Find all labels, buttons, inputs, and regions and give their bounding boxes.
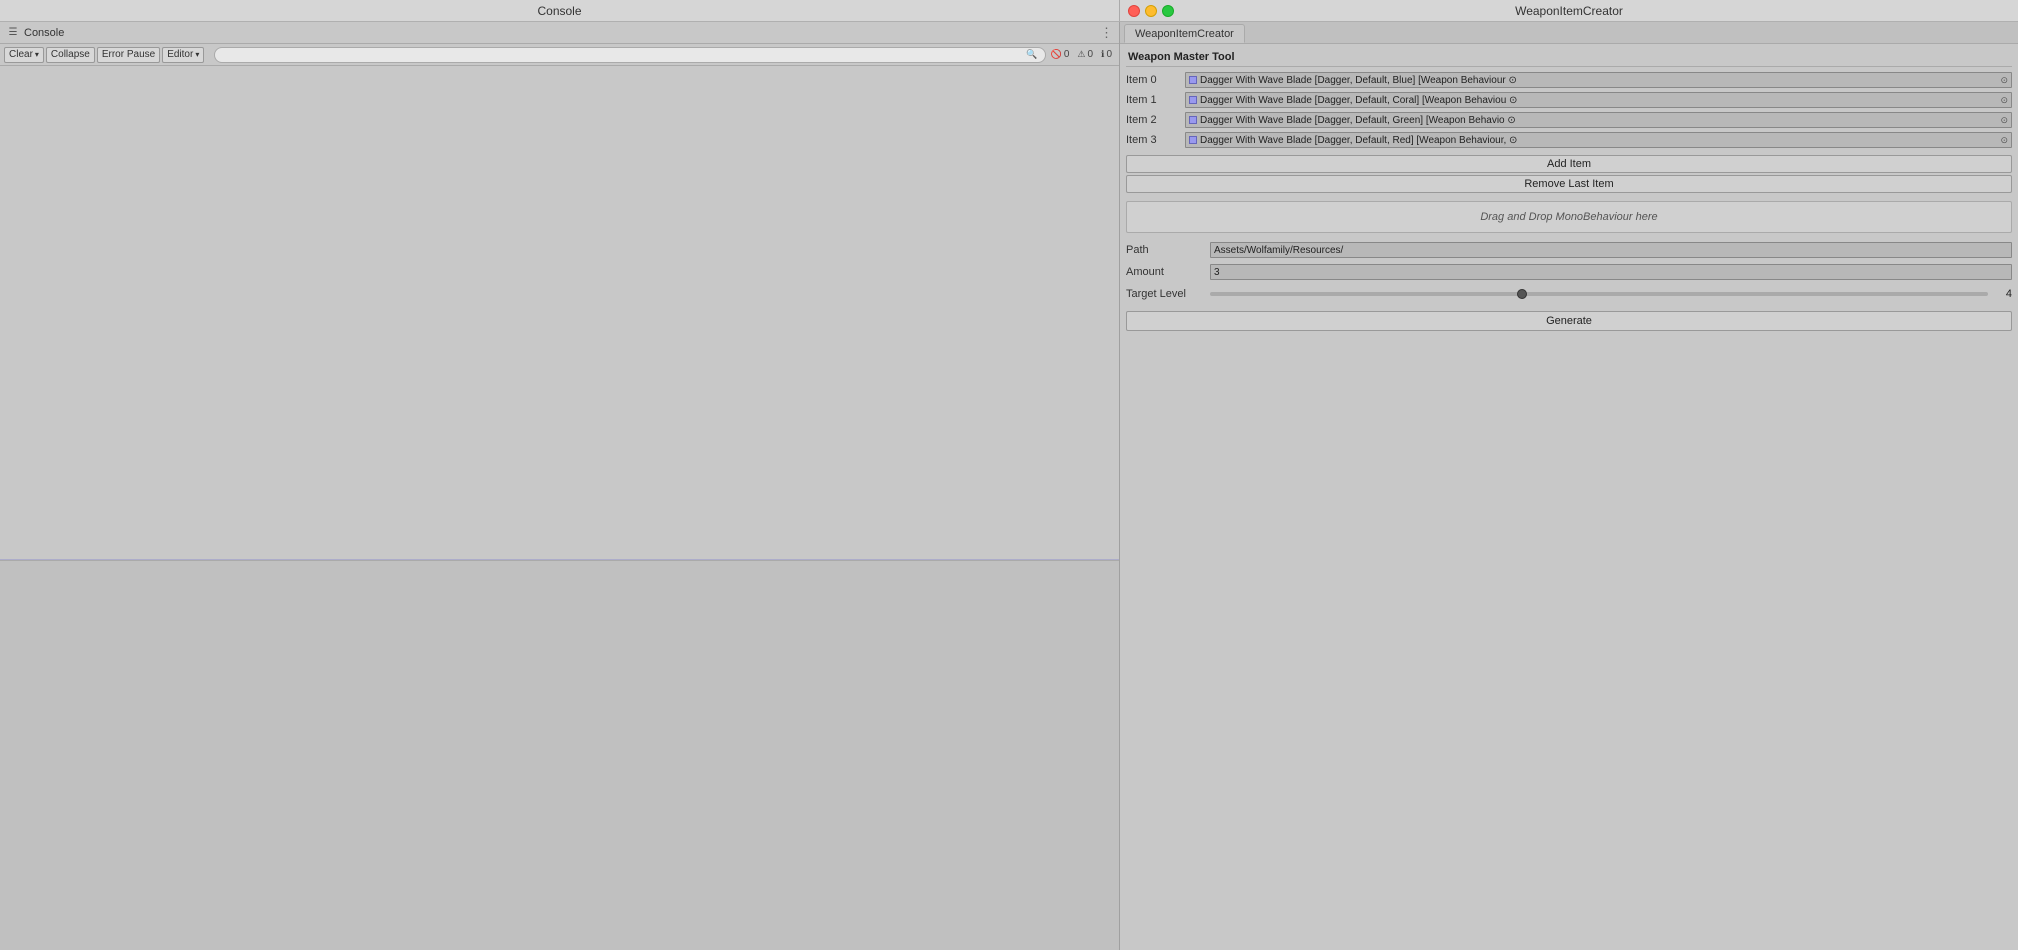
search-wrap: 🔍 xyxy=(210,47,1041,63)
collapse-button[interactable]: Collapse xyxy=(46,47,95,63)
console-menu-icon[interactable]: ⋮ xyxy=(1100,25,1113,41)
generate-button[interactable]: Generate xyxy=(1126,311,2012,331)
search-input[interactable] xyxy=(214,47,1045,63)
item-row-1: Item 1 Dagger With Wave Blade [Dagger, D… xyxy=(1126,91,2012,109)
console-tab-label: Console xyxy=(24,27,64,39)
item-label-3: Item 3 xyxy=(1126,134,1181,146)
editor-label: Editor xyxy=(167,49,193,60)
item-row-0: Item 0 Dagger With Wave Blade [Dagger, D… xyxy=(1126,71,2012,89)
target-level-value: 4 xyxy=(1992,288,2012,300)
item-label-0: Item 0 xyxy=(1126,74,1181,86)
tab-label-0: WeaponItemCreator xyxy=(1135,28,1234,40)
right-content: Weapon Master Tool Item 0 Dagger With Wa… xyxy=(1120,44,2018,950)
error-pause-label: Error Pause xyxy=(102,49,155,60)
item-text-3: Dagger With Wave Blade [Dagger, Default,… xyxy=(1200,135,1997,146)
item-indicator-3 xyxy=(1189,136,1197,144)
remove-last-item-button[interactable]: Remove Last Item xyxy=(1126,175,2012,193)
window-close-dot[interactable] xyxy=(1128,5,1140,17)
add-item-button[interactable]: Add Item xyxy=(1126,155,2012,173)
item-text-0: Dagger With Wave Blade [Dagger, Default,… xyxy=(1200,75,1997,86)
amount-input[interactable] xyxy=(1210,264,2012,280)
info-badge[interactable]: ℹ 0 xyxy=(1098,49,1115,60)
window-minimize-dot[interactable] xyxy=(1145,5,1157,17)
error-icon: 🚫 xyxy=(1051,49,1062,60)
editor-button[interactable]: Editor ▾ xyxy=(162,47,204,63)
search-icon: 🔍 xyxy=(1026,49,1037,60)
drag-drop-label: Drag and Drop MonoBehaviour here xyxy=(1480,211,1657,223)
error-count: 0 xyxy=(1064,49,1070,60)
error-badge[interactable]: 🚫 0 xyxy=(1048,49,1073,60)
item-row-2: Item 2 Dagger With Wave Blade [Dagger, D… xyxy=(1126,111,2012,129)
warning-badge[interactable]: ⚠ 0 xyxy=(1074,49,1096,60)
path-row: Path xyxy=(1126,241,2012,259)
drag-drop-area: Drag and Drop MonoBehaviour here xyxy=(1126,201,2012,233)
clear-dropdown-icon: ▾ xyxy=(35,50,39,59)
info-icon: ℹ xyxy=(1101,49,1104,60)
warning-icon: ⚠ xyxy=(1077,49,1085,60)
path-label: Path xyxy=(1126,244,1206,256)
item-text-1: Dagger With Wave Blade [Dagger, Default,… xyxy=(1200,95,1997,106)
weapon-window-title: WeaponItemCreator xyxy=(1515,4,1623,18)
item-indicator-2 xyxy=(1189,116,1197,124)
item-value-3[interactable]: Dagger With Wave Blade [Dagger, Default,… xyxy=(1185,132,2012,148)
amount-row: Amount xyxy=(1126,263,2012,281)
path-input[interactable] xyxy=(1210,242,2012,258)
item-text-2: Dagger With Wave Blade [Dagger, Default,… xyxy=(1200,115,1997,126)
target-level-row: Target Level 4 xyxy=(1126,285,2012,303)
tab-weapon-item-creator[interactable]: WeaponItemCreator xyxy=(1124,24,1245,43)
item-label-1: Item 1 xyxy=(1126,94,1181,106)
info-count: 0 xyxy=(1106,49,1112,60)
slider-wrap: 4 xyxy=(1210,288,2012,300)
clear-button[interactable]: Clear ▾ xyxy=(4,47,44,63)
collapse-label: Collapse xyxy=(51,49,90,60)
clear-label: Clear xyxy=(9,49,33,60)
weapon-master-tool-header: Weapon Master Tool xyxy=(1126,48,2012,67)
target-level-slider[interactable] xyxy=(1210,292,1988,296)
item-value-0[interactable]: Dagger With Wave Blade [Dagger, Default,… xyxy=(1185,72,2012,88)
right-tabs: WeaponItemCreator xyxy=(1120,22,2018,44)
window-maximize-dot[interactable] xyxy=(1162,5,1174,17)
item-label-2: Item 2 xyxy=(1126,114,1181,126)
item-value-1[interactable]: Dagger With Wave Blade [Dagger, Default,… xyxy=(1185,92,2012,108)
console-tab-icon: ☰ xyxy=(6,26,20,40)
editor-dropdown-icon: ▾ xyxy=(195,50,199,59)
target-level-label: Target Level xyxy=(1126,288,1206,300)
item-value-2[interactable]: Dagger With Wave Blade [Dagger, Default,… xyxy=(1185,112,2012,128)
error-pause-button[interactable]: Error Pause xyxy=(97,47,160,63)
warning-count: 0 xyxy=(1087,49,1093,60)
item-indicator-1 xyxy=(1189,96,1197,104)
badge-group: 🚫 0 ⚠ 0 ℹ 0 xyxy=(1048,49,1115,60)
action-buttons: Add Item Remove Last Item xyxy=(1126,155,2012,193)
console-window-title: Console xyxy=(537,4,581,18)
item-close-2[interactable]: ⊙ xyxy=(2000,115,2008,126)
item-row-3: Item 3 Dagger With Wave Blade [Dagger, D… xyxy=(1126,131,2012,149)
item-indicator-0 xyxy=(1189,76,1197,84)
item-close-3[interactable]: ⊙ xyxy=(2000,135,2008,146)
item-close-1[interactable]: ⊙ xyxy=(2000,95,2008,106)
items-list: Item 0 Dagger With Wave Blade [Dagger, D… xyxy=(1126,71,2012,149)
item-close-0[interactable]: ⊙ xyxy=(2000,75,2008,86)
amount-label: Amount xyxy=(1126,266,1206,278)
